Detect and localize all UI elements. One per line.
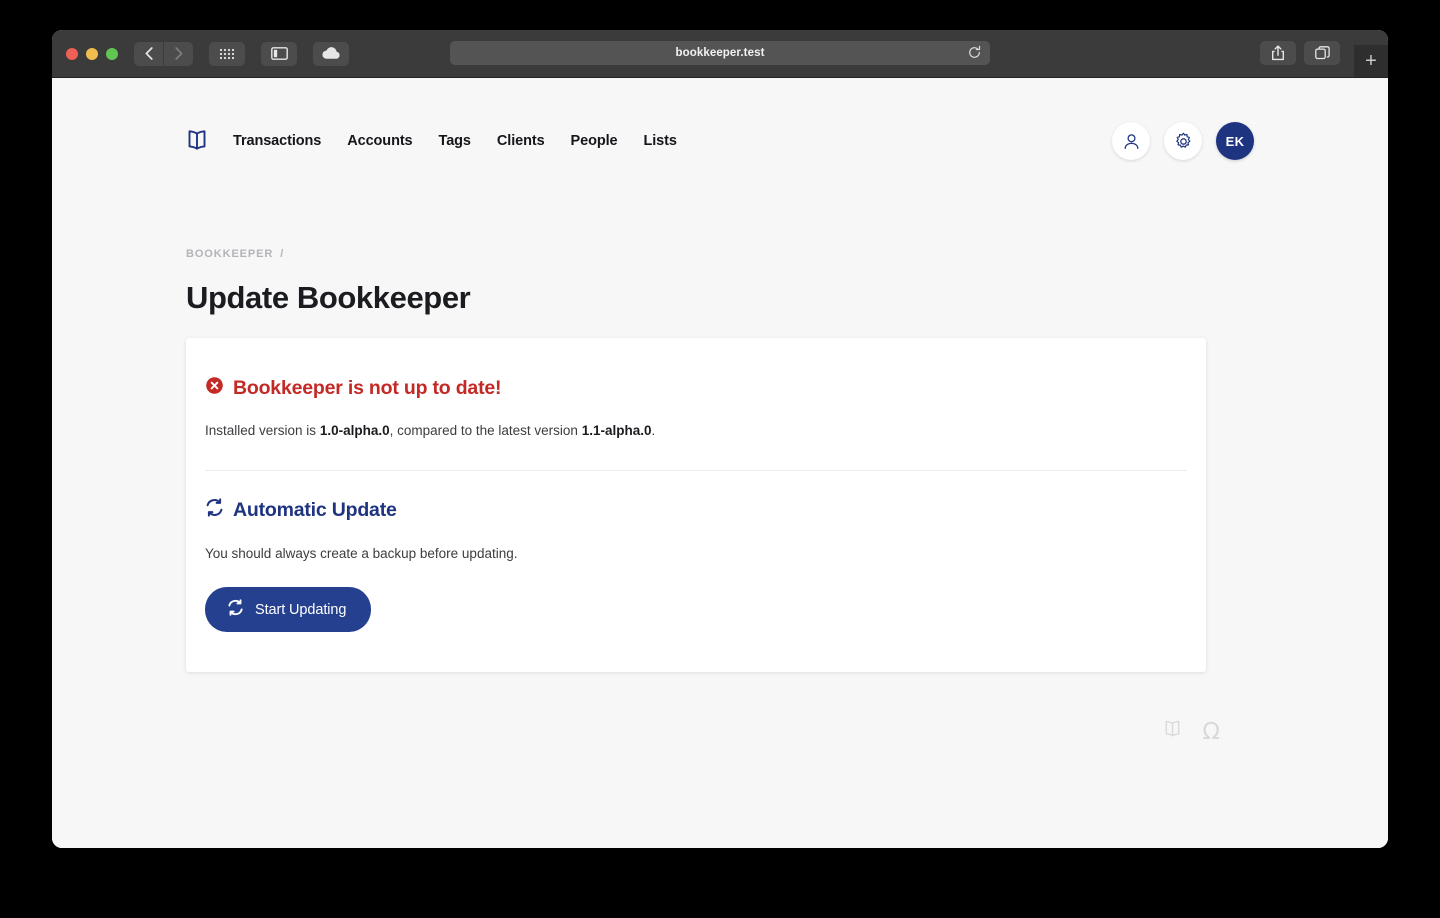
alert-title-text: Bookkeeper is not up to date! — [233, 377, 502, 399]
browser-window: bookkeeper.test + Transactions Accounts … — [52, 30, 1388, 848]
navigation-buttons — [134, 41, 193, 66]
reload-icon[interactable] — [967, 45, 982, 65]
start-updating-label: Start Updating — [255, 601, 347, 618]
window-controls — [66, 47, 118, 60]
page-content: Transactions Accounts Tags Clients Peopl… — [52, 78, 1388, 848]
page-heading: BOOKKEEPER / Update Bookkeeper — [186, 248, 471, 336]
grid-icon[interactable] — [209, 41, 245, 66]
footer-icons: Ω — [1161, 718, 1220, 746]
alert-heading: Bookkeeper is not up to date! — [205, 376, 1187, 401]
version-line: Installed version is 1.0-alpha.0, compar… — [205, 421, 1187, 441]
breadcrumb-root[interactable]: BOOKKEEPER — [186, 248, 273, 260]
sync-icon — [205, 498, 224, 523]
nav-links: Transactions Accounts Tags Clients Peopl… — [233, 133, 677, 149]
user-icon[interactable] — [1112, 122, 1150, 160]
close-window-button[interactable] — [66, 47, 78, 60]
update-card: Bookkeeper is not up to date! Installed … — [186, 338, 1206, 673]
sync-icon — [227, 599, 244, 620]
nav-item-accounts[interactable]: Accounts — [347, 133, 412, 149]
breadcrumb-separator: / — [280, 248, 285, 260]
tabs-icon[interactable] — [1304, 41, 1340, 65]
nav-item-tags[interactable]: Tags — [439, 133, 471, 149]
omega-icon: Ω — [1202, 718, 1220, 745]
forward-icon[interactable] — [164, 41, 193, 66]
minimize-window-button[interactable] — [86, 47, 98, 60]
nav-item-lists[interactable]: Lists — [644, 133, 677, 149]
browser-titlebar: bookkeeper.test + — [52, 30, 1388, 78]
card-divider — [205, 470, 1187, 472]
section-note: You should always create a backup before… — [205, 546, 518, 562]
url-text: bookkeeper.test — [675, 47, 765, 59]
back-icon[interactable] — [134, 41, 163, 66]
version-middle: , compared to the latest version — [389, 423, 582, 438]
navbar-actions: EK — [1112, 122, 1254, 160]
app-navbar: Transactions Accounts Tags Clients Peopl… — [52, 110, 1388, 172]
browser-right-actions — [1260, 41, 1340, 65]
cloud-icon[interactable] — [313, 41, 349, 66]
version-prefix: Installed version is — [205, 423, 320, 438]
nav-item-clients[interactable]: Clients — [497, 133, 545, 149]
section-title-text: Automatic Update — [233, 499, 397, 522]
zoom-window-button[interactable] — [106, 47, 118, 60]
address-bar[interactable]: bookkeeper.test — [450, 41, 990, 65]
book-logo-icon[interactable] — [183, 127, 211, 155]
installed-version: 1.0-alpha.0 — [319, 423, 390, 438]
sidebar-icon[interactable] — [261, 41, 297, 66]
breadcrumb: BOOKKEEPER / — [186, 248, 470, 260]
section-heading: Automatic Update — [205, 498, 1187, 523]
page-title: Update Bookkeeper — [186, 279, 471, 315]
share-icon[interactable] — [1260, 41, 1296, 65]
gear-icon[interactable] — [1164, 122, 1202, 160]
start-updating-button[interactable]: Start Updating — [205, 587, 372, 633]
nav-item-people[interactable]: People — [571, 133, 618, 149]
nav-item-transactions[interactable]: Transactions — [233, 133, 321, 149]
avatar[interactable]: EK — [1216, 122, 1254, 160]
latest-version: 1.1-alpha.0 — [581, 423, 652, 438]
error-circle-icon — [205, 376, 224, 401]
book-logo-icon — [1161, 718, 1184, 746]
new-tab-button[interactable]: + — [1354, 45, 1388, 77]
version-suffix: . — [651, 423, 656, 438]
